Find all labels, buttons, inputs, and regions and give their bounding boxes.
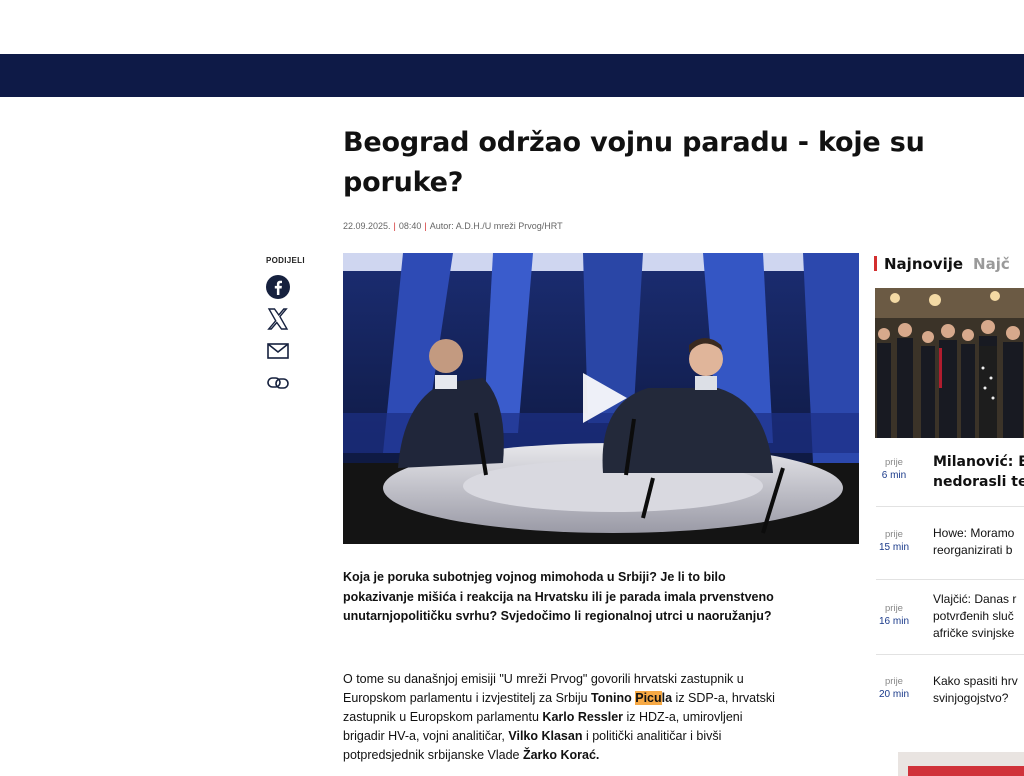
x-icon[interactable] <box>266 307 290 331</box>
facebook-icon[interactable] <box>266 275 290 299</box>
share-label: PODIJELI <box>266 256 305 265</box>
news-time: prije 15 min <box>874 528 914 554</box>
person-name: Vilko Klasan <box>508 729 583 743</box>
news-title: Kako spasiti hrv svinjogojstvo? <box>933 673 1024 707</box>
news-title-line: Vlajčić: Danas r <box>933 592 1017 606</box>
news-title: Vlajčić: Danas r potvrđenih sluč afričke s… <box>933 591 1024 642</box>
news-title-line: reorganizirati b <box>933 543 1013 557</box>
article-title: Beograd održao vojnu paradu - koje su po… <box>343 127 925 198</box>
news-title-line: nedorasli te <box>933 474 1024 490</box>
time-value: 15 min <box>878 542 909 553</box>
article-date: 22.09.2025. <box>343 221 391 231</box>
article-time: 08:40 <box>398 221 422 231</box>
divider <box>876 654 1024 655</box>
news-title-line: svinjogojstvo? <box>933 691 1009 705</box>
article-lead: Koja je poruka subotnjeg vojnog mimohoda… <box>343 570 774 623</box>
article-body: O tome su današnjoj emisiji "U mreži Prv… <box>343 670 783 765</box>
link-icon[interactable] <box>266 371 290 395</box>
news-item[interactable]: prije 16 min Vlajčić: Danas r potvrđenih s… <box>874 591 1024 653</box>
sidebar-tabs: Najnovije Najč <box>874 255 1010 273</box>
meta-separator: | <box>393 221 396 231</box>
news-item[interactable]: prije 15 min Howe: Moramo reorganizirati b <box>874 525 1024 575</box>
email-icon[interactable] <box>266 339 290 363</box>
tab-najnovije[interactable]: Najnovije <box>884 255 963 273</box>
news-title: Howe: Moramo reorganizirati b <box>933 525 1024 559</box>
time-value: 20 min <box>878 689 909 700</box>
article-author: Autor: A.D.H./U mreži Prvog/HRT <box>429 221 563 231</box>
news-time: prije 20 min <box>874 675 914 701</box>
tab-najcitanije[interactable]: Najč <box>973 255 1010 273</box>
news-item[interactable]: prije 6 min Milanović: E nedorasli te <box>874 450 1024 500</box>
tab-indicator <box>874 256 877 271</box>
person-name: la <box>661 691 673 705</box>
article-meta: 22.09.2025. | 08:40 | Autor: A.D.H./U mreži … <box>343 221 563 231</box>
featured-news-image[interactable] <box>875 288 1024 438</box>
time-prefix: prije <box>885 603 903 614</box>
news-title: Milanović: E nedorasli te <box>933 452 1024 492</box>
news-title-line: Howe: Moramo <box>933 526 1015 540</box>
time-value: 6 min <box>881 470 907 481</box>
news-title-line: Milanović: E <box>933 454 1024 470</box>
video-player[interactable] <box>343 253 859 544</box>
person-name: Tonino <box>591 691 636 705</box>
person-name: Žarko Korać. <box>522 748 600 762</box>
news-time: prije 6 min <box>874 456 914 482</box>
time-value: 16 min <box>878 616 909 627</box>
news-sidebar: Najnovije Najč prije 6 min Milanović: E … <box>874 253 1024 776</box>
news-item[interactable]: prije 20 min Kako spasiti hrv svinjogojstv… <box>874 673 1024 723</box>
top-navigation-bar <box>0 54 1024 97</box>
news-title-line: afričke svinjske <box>933 626 1015 640</box>
meta-separator: | <box>424 221 427 231</box>
divider <box>876 579 1024 580</box>
promo-banner[interactable] <box>898 752 1024 776</box>
divider <box>876 506 1024 507</box>
news-title-line: potvrđenih sluč <box>933 609 1014 623</box>
share-panel: PODIJELI <box>266 256 305 403</box>
news-time: prije 16 min <box>874 602 914 628</box>
promo-banner-stripe <box>908 766 1024 776</box>
time-prefix: prije <box>885 676 903 687</box>
news-title-line: Kako spasiti hrv <box>933 674 1018 688</box>
time-prefix: prije <box>885 457 903 468</box>
highlighted-name: Picu <box>635 691 662 705</box>
person-name: Karlo Ressler <box>542 710 624 724</box>
time-prefix: prije <box>885 529 903 540</box>
